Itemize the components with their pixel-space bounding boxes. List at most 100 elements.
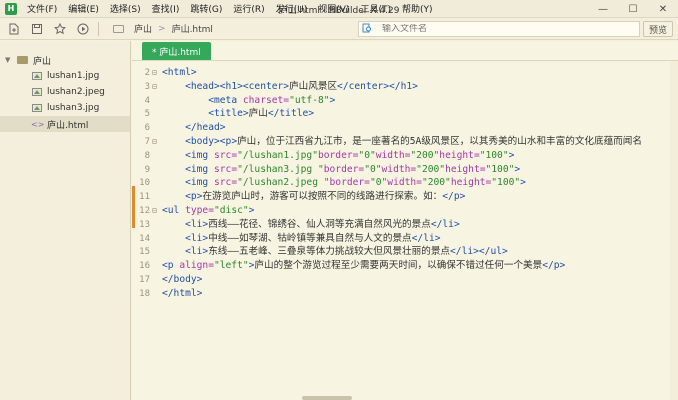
menu-file[interactable]: 文件(F) [27,2,57,15]
code-token: <p> [185,191,203,203]
code-line[interactable]: 17 </body> [132,273,678,287]
menu-select[interactable]: 选择(S) [110,2,141,15]
code-line[interactable]: 14 <li>中线——如琴湖、牯岭镇等兼具自然与人文的景点</li> [132,232,678,246]
code-line[interactable]: 3 ⊟ <head><h1><center>庐山风景区</center></h1> [132,80,678,94]
line-number: 9 [144,164,150,175]
code-token: > [329,94,336,106]
line-number: 14 [139,233,150,244]
code-token: </p> [442,191,466,203]
code-line[interactable]: 9 <img src="/lushan3.jpg "border="0"widt… [132,163,678,177]
toolbar: 庐山 > 庐山.html 预览 [0,18,678,40]
breadcrumb-folder[interactable]: 庐山 [134,22,152,35]
horizontal-scrollbar[interactable] [302,396,352,400]
code-line[interactable]: 4 <meta charset="utf-8"> [132,94,678,108]
code-token: </p> [542,260,566,272]
tab-lushan-html[interactable]: * 庐山.html [142,42,211,60]
code-token: <li> [185,218,209,230]
tree-file-lushan3[interactable]: lushan3.jpg [0,100,130,116]
tree-file-lushan-html[interactable]: <> 庐山.html [0,116,130,132]
code-line[interactable]: 10 <img src="/lushan2.jpeg "border="0"wi… [132,176,678,190]
code-token: <head><h1><center> [185,80,290,92]
code-token: > [248,205,255,216]
code-line[interactable]: 16 <p align="left">庐山的整个游览过程至少需要两天时间，以确保不… [132,259,678,273]
menu-find[interactable]: 查找(I) [152,2,180,15]
code-token: </li> [430,218,460,230]
chevron-down-icon[interactable]: ▼ [5,56,13,64]
breadcrumb-file[interactable]: 庐山.html [172,22,213,35]
code-text: <p align="left">庐山的整个游览过程至少需要两天时间，以确保不错过… [162,259,565,273]
menu-goto[interactable]: 跳转(G) [190,2,222,15]
code-line[interactable]: 8 <img src="/lushan1.jpg"border="0"width… [132,149,678,163]
fold-toggle-icon[interactable]: ⊟ [152,135,160,149]
tree-file-lushan1[interactable]: lushan1.jpg [0,68,130,84]
menu-help[interactable]: 帮助(Y) [402,2,433,15]
minimize-button[interactable]: — [588,0,618,18]
code-token: <meta [208,94,243,106]
code-text: <head><h1><center>庐山风景区</center></h1> [162,80,418,94]
menu-edit[interactable]: 编辑(E) [68,2,99,15]
code-line[interactable]: 13 <li>西线——花径、锦绣谷、仙人洞等充满自然风光的景点</li> [132,218,678,232]
code-line[interactable]: 12 ⊟ <ul type="disc"> [132,204,678,218]
preview-button[interactable]: 预览 [643,21,673,37]
code-token: </html> [162,287,203,299]
folder-icon [17,56,28,64]
line-number: 3 [144,81,150,92]
tree-file-lushan2[interactable]: lushan2.jpeg [0,84,130,100]
code-line[interactable]: 11 <p>在游览庐山时，游客可以按照不同的线路进行探索。如：</p> [132,190,678,204]
line-number: 11 [139,192,150,203]
code-token: <img [185,177,214,189]
code-text: <li>东线——五老峰、三叠泉等体力挑战较大但风景壮丽的景点</li></ul> [162,245,508,259]
code-line[interactable]: 18 </html> [132,287,678,301]
vertical-scrollbar[interactable] [670,61,678,400]
menu-run[interactable]: 运行(R) [233,2,264,15]
code-line[interactable]: 5 <title>庐山</title> [132,107,678,121]
code-token: "0" [369,177,388,189]
run-icon[interactable] [74,20,92,38]
code-token: "utf-8" [289,94,330,106]
code-line[interactable]: 6 </head> [132,121,678,135]
tree-folder-lushan[interactable]: ▼ 庐山 [0,52,130,68]
file-search-box[interactable] [358,21,640,37]
image-file-icon [32,104,42,112]
file-search-icon [362,23,376,36]
code-token: src= [214,177,238,189]
fold-toggle-icon[interactable]: ⊟ [152,80,160,94]
file-search-input[interactable] [382,24,582,34]
folder-icon [113,24,124,33]
menu-tools[interactable]: 工具(T) [360,2,391,15]
line-number: 4 [144,95,150,106]
fold-toggle-icon[interactable]: ⊟ [152,204,160,218]
maximize-button[interactable]: ☐ [618,0,648,18]
line-number: 10 [139,178,150,189]
code-text: </body> [162,273,202,287]
code-line[interactable]: 15 <li>东线——五老峰、三叠泉等体力挑战较大但风景壮丽的景点</li></… [132,245,678,259]
menu-view[interactable]: 视图(V) [318,2,349,15]
code-token: height= [439,149,480,161]
code-token: <ul [162,205,186,216]
tab-bar: * 庐山.html [132,41,678,61]
code-token: 庐山，位于江西省九江市，是一座著名的5A级风景区，以其秀美的山水和丰富的文化底蕴… [237,136,642,147]
favorite-star-icon[interactable] [51,20,69,38]
save-icon[interactable] [28,20,46,38]
code-line[interactable]: 7 ⊟ <body><p>庐山，位于江西省九江市，是一座著名的5A级风景区，以其秀… [132,135,678,149]
code-token: width= [375,149,411,161]
line-number: 2 [144,68,150,78]
code-editor[interactable]: 2 ⊟ <html> 3 ⊟ <head><h1><center>庐山风景区</cent… [132,66,678,400]
html-file-icon: <> [31,119,45,129]
fold-toggle-icon[interactable]: ⊟ [152,66,160,80]
code-line[interactable]: 2 ⊟ <html> [132,66,678,80]
line-number: 17 [139,275,150,285]
code-token: </body> [162,274,203,285]
new-file-icon[interactable] [5,20,23,38]
menu-publish[interactable]: 发行(U) [276,2,308,15]
code-token: <body><p> [185,136,238,147]
close-button[interactable]: ✕ [648,0,678,18]
code-text: <img src="/lushan2.jpeg "border="0"width… [162,176,526,190]
window-controls: — ☐ ✕ [588,0,678,18]
code-token: <html> [162,67,197,78]
